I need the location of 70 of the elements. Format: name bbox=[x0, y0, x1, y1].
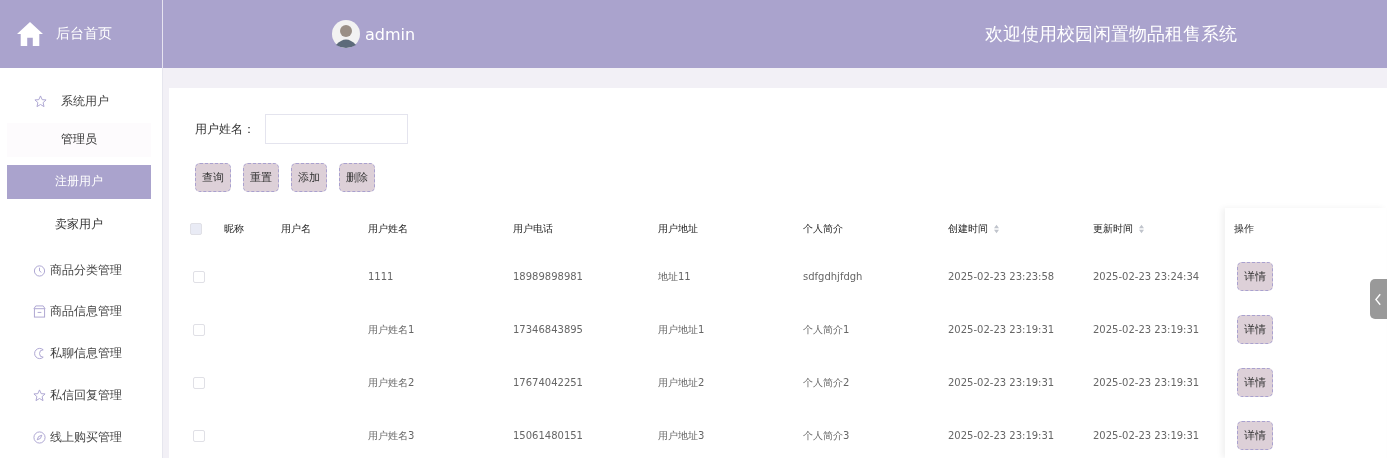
table-cell: 2025-02-23 23:19:31 bbox=[948, 377, 1055, 388]
table-cell: 用户地址2 bbox=[658, 375, 705, 390]
column-header: 用户名 bbox=[281, 222, 311, 236]
moon-icon bbox=[33, 347, 46, 361]
details-button[interactable]: 详情 bbox=[1237, 315, 1273, 344]
table-cell: sdfgdhjfdgh bbox=[803, 271, 863, 282]
sort-icon[interactable] bbox=[1138, 224, 1145, 234]
table-cell: 15061480151 bbox=[513, 430, 583, 441]
column-header: 创建时间 bbox=[948, 222, 988, 236]
table-cell: 2025-02-23 23:19:31 bbox=[1093, 377, 1200, 388]
column-header: 用户电话 bbox=[513, 222, 553, 236]
search-label: 用户姓名： bbox=[195, 120, 255, 138]
details-button[interactable]: 详情 bbox=[1237, 368, 1273, 397]
column-header: 昵称 bbox=[224, 222, 244, 236]
table-cell: 地址11 bbox=[658, 269, 691, 284]
table-cell: 2025-02-23 23:19:31 bbox=[1093, 430, 1200, 441]
table-cell: 17674042251 bbox=[513, 377, 583, 388]
column-header: 用户姓名 bbox=[368, 222, 408, 236]
action-button[interactable]: 查询 bbox=[195, 163, 231, 192]
table-cell: 2025-02-23 23:19:31 bbox=[948, 324, 1055, 335]
sort-icon[interactable] bbox=[993, 224, 1000, 234]
submenu-item[interactable]: 卖家用户 bbox=[7, 207, 151, 242]
menu-item[interactable]: 商品信息管理 bbox=[50, 303, 122, 321]
table-cell: 1111 bbox=[368, 271, 394, 282]
details-button[interactable]: 详情 bbox=[1237, 421, 1273, 450]
table-cell: 用户姓名3 bbox=[368, 428, 415, 443]
action-button[interactable]: 删除 bbox=[339, 163, 375, 192]
star-icon bbox=[34, 95, 47, 109]
submenu-item[interactable]: 管理员 bbox=[7, 122, 151, 157]
table-cell: 个人简介3 bbox=[803, 428, 850, 443]
details-button[interactable]: 详情 bbox=[1237, 262, 1273, 291]
column-header: 操作 bbox=[1234, 222, 1254, 236]
action-button[interactable]: 添加 bbox=[291, 163, 327, 192]
table-cell: 17346843895 bbox=[513, 324, 583, 335]
avatar bbox=[332, 20, 360, 48]
table-cell: 2025-02-23 23:19:31 bbox=[948, 430, 1055, 441]
menu-item[interactable]: 私信回复管理 bbox=[50, 386, 122, 404]
chevron-left-icon bbox=[1375, 292, 1382, 306]
menu-item[interactable]: 商品分类管理 bbox=[50, 261, 122, 279]
box-icon bbox=[33, 305, 46, 319]
table-cell: 用户姓名1 bbox=[368, 322, 415, 337]
action-button[interactable]: 重置 bbox=[243, 163, 279, 192]
menu-item[interactable]: 线上购买管理 bbox=[50, 428, 122, 446]
table-cell: 2025-02-23 23:24:34 bbox=[1093, 271, 1200, 282]
table-cell: 用户地址1 bbox=[658, 322, 705, 337]
table-cell: 2025-02-23 23:19:31 bbox=[1093, 324, 1200, 335]
row-checkbox[interactable] bbox=[193, 429, 205, 442]
table-cell: 用户姓名2 bbox=[368, 375, 415, 390]
table-cell: 用户地址3 bbox=[658, 428, 705, 443]
column-header: 用户地址 bbox=[658, 222, 698, 236]
table-cell: 18989898981 bbox=[513, 271, 583, 282]
home-icon[interactable] bbox=[16, 21, 44, 47]
row-checkbox[interactable] bbox=[193, 270, 205, 283]
compass-icon bbox=[33, 430, 46, 444]
menu-item[interactable]: 私聊信息管理 bbox=[50, 345, 122, 363]
system-title: 欢迎使用校园闲置物品租售系统 bbox=[985, 22, 1237, 46]
row-checkbox[interactable] bbox=[193, 323, 205, 336]
collapse-tab[interactable] bbox=[1370, 279, 1387, 319]
table-cell: 个人简介1 bbox=[803, 322, 850, 337]
search-field[interactable] bbox=[265, 114, 408, 144]
menu-item[interactable]: 系统用户 bbox=[61, 93, 109, 111]
clock-icon bbox=[33, 263, 46, 277]
select-all-checkbox[interactable] bbox=[190, 223, 202, 235]
table-cell: 个人简介2 bbox=[803, 375, 850, 390]
star-icon bbox=[33, 388, 46, 402]
table-cell: 2025-02-23 23:23:58 bbox=[948, 271, 1055, 282]
column-header: 个人简介 bbox=[803, 222, 843, 236]
column-header: 更新时间 bbox=[1093, 222, 1133, 236]
username: admin bbox=[365, 24, 416, 44]
row-checkbox[interactable] bbox=[193, 376, 205, 389]
